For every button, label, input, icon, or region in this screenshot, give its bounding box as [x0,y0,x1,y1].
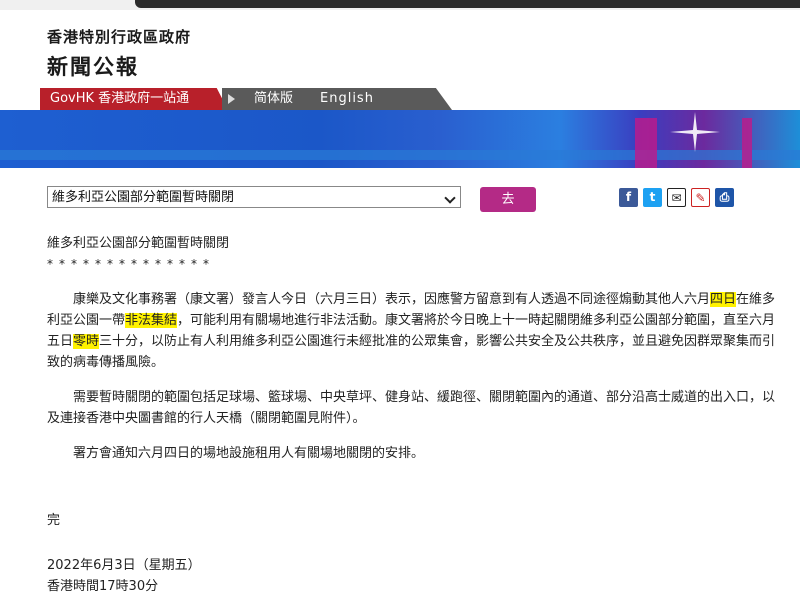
sparkle-icon [670,112,720,152]
twitter-icon[interactable]: t [643,188,662,207]
article-select[interactable]: 維多利亞公園部分範圍暫時關閉 [47,186,461,208]
browser-tab-strip [135,0,800,8]
text-segment: 康樂及文化事務署（康文署）發言人今日（六月三日）表示，因應警方留意到有人透過不同… [73,292,711,307]
nav-bar: GovHK 香港政府一站通 简体版 English [40,88,800,110]
paragraph-1: 康樂及文化事務署（康文署）發言人今日（六月三日）表示，因應警方留意到有人透過不同… [47,289,777,373]
go-button[interactable]: 去 [480,187,536,212]
highlight: 四日 [710,292,737,307]
chevron-down-icon [444,192,456,204]
site-header: 香港特別行政區政府 新聞公報 [47,26,191,81]
language-bar: 简体版 English [222,88,452,110]
print-icon[interactable]: ⎙ [715,188,734,207]
paragraph-3: 署方會通知六月四日的場地設施租用人有關場地關閉的安排。 [73,446,425,461]
article-selector-row: 維多利亞公園部分範圍暫時關閉 去 f t ✉ ✎ ⎙ [47,186,767,212]
arrow-right-icon [228,94,235,104]
press-release-article: 維多利亞公園部分範圍暫時關閉 ************** 康樂及文化事務署（康… [47,233,777,597]
highlight: 零時 [73,334,100,349]
banner-accent [742,118,752,168]
browser-top-bar [0,0,800,10]
pdf-icon[interactable]: ✎ [691,188,710,207]
banner-accent [635,118,657,168]
mail-icon[interactable]: ✉ [667,188,686,207]
release-date: 2022年6月3日（星期五） [47,558,201,573]
hk-government-title: 香港特別行政區政府 [47,28,192,46]
text-segment: 三十分，以防止有人利用維多利亞公園進行未經批准的公眾集會，影響公共安全及公共秩序… [47,334,776,370]
facebook-icon[interactable]: f [619,188,638,207]
press-releases-title[interactable]: 新聞公報 [47,51,191,81]
paragraph-2: 需要暫時關閉的範圍包括足球場、籃球場、中央草坪、健身站、緩跑徑、關閉範圍內的通道… [47,390,776,426]
article-title: 維多利亞公園部分範圍暫時關閉 [47,236,230,251]
article-select-value: 維多利亞公園部分範圍暫時關閉 [52,190,235,205]
simplified-chinese-link[interactable]: 简体版 [254,88,293,110]
title-separator: ************** [47,257,215,271]
highlight: 非法集結 [125,313,178,328]
english-link[interactable]: English [320,88,374,110]
govhk-link[interactable]: GovHK 香港政府一站通 [40,88,228,110]
end-mark: 完 [47,513,61,528]
release-time: 香港時間17時30分 [47,579,159,594]
